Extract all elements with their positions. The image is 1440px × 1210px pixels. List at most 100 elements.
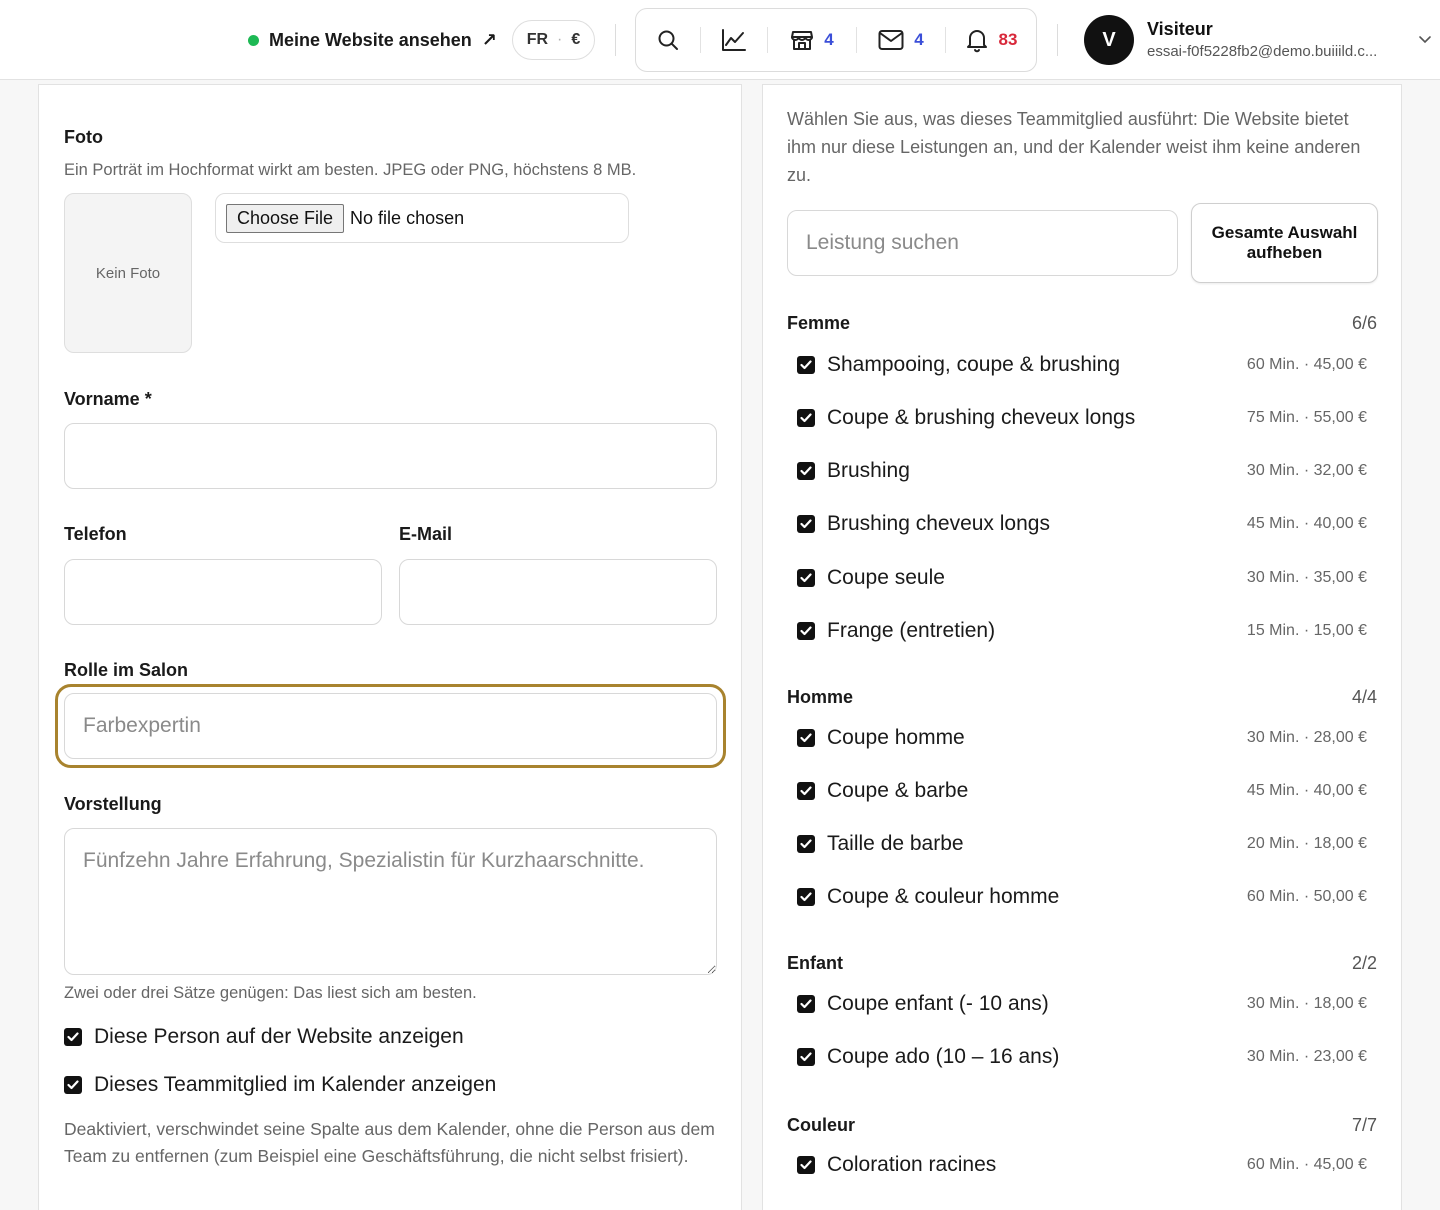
checkbox-checked-icon[interactable] [797, 622, 815, 640]
email-input[interactable] [399, 559, 717, 625]
service-meta: 60 Min. · 45,00 € [1246, 356, 1367, 373]
firstname-input[interactable] [64, 423, 717, 489]
language-code: FR [526, 31, 549, 48]
service-meta: 75 Min. · 55,00 € [1246, 409, 1367, 426]
service-item[interactable]: Coupe & barbe 45 Min. · 40,00 € [797, 779, 1367, 803]
view-website-label: Meine Website ansehen [269, 29, 472, 50]
service-name: Coupe & barbe [827, 779, 969, 802]
service-meta: 30 Min. · 18,00 € [1246, 995, 1367, 1012]
show-on-website-checkbox[interactable]: Diese Person auf der Website anzeigen [64, 1025, 464, 1049]
view-website-link[interactable]: Meine Website ansehen ↗ [248, 27, 497, 53]
checkbox-checked-icon[interactable] [797, 515, 815, 533]
divider [615, 24, 616, 56]
service-meta: 45 Min. · 40,00 € [1246, 515, 1367, 532]
search-button[interactable] [636, 9, 700, 71]
service-name: Coupe seule [827, 566, 945, 589]
chevron-down-icon[interactable] [1418, 32, 1432, 46]
service-item[interactable]: Coupe & couleur homme 60 Min. · 50,00 € [797, 885, 1367, 909]
category-header-enfant: Enfant 2/2 [787, 953, 1377, 974]
checkbox-checked-icon[interactable] [797, 356, 815, 374]
service-meta: 30 Min. · 28,00 € [1246, 729, 1367, 746]
service-name: Shampooing, coupe & brushing [827, 353, 1121, 376]
service-item[interactable]: Coupe enfant (- 10 ans) 30 Min. · 18,00 … [797, 992, 1367, 1016]
introduction-label: Vorstellung [64, 794, 162, 814]
service-name: Coupe ado (10 – 16 ans) [827, 1045, 1060, 1068]
currency-symbol: € [571, 31, 581, 48]
checkbox-checked-icon[interactable] [797, 569, 815, 587]
service-name: Brushing cheveux longs [827, 512, 1050, 535]
category-name: Femme [787, 313, 851, 333]
service-item[interactable]: Coupe ado (10 – 16 ans) 30 Min. · 23,00 … [797, 1045, 1367, 1069]
clear-selection-button[interactable]: Gesamte Auswahl aufheben [1191, 203, 1378, 283]
mail-icon [878, 30, 904, 50]
user-name[interactable]: Visiteur [1147, 19, 1213, 40]
checkbox-checked-icon[interactable] [797, 409, 815, 427]
service-item[interactable]: Frange (entretien) 15 Min. · 15,00 € [797, 619, 1367, 643]
service-item[interactable]: Coupe & brushing cheveux longs 75 Min. ·… [797, 406, 1367, 430]
firstname-label: Vorname * [64, 389, 152, 409]
role-input[interactable] [64, 693, 717, 759]
service-item[interactable]: Coloration racines 60 Min. · 45,00 € [797, 1153, 1367, 1177]
service-item[interactable]: Brushing cheveux longs 45 Min. · 40,00 € [797, 512, 1367, 536]
checkbox-checked-icon[interactable] [64, 1028, 82, 1046]
checkbox-checked-icon[interactable] [797, 462, 815, 480]
statistics-button[interactable] [701, 9, 767, 71]
service-item[interactable]: Shampooing, coupe & brushing 60 Min. · 4… [797, 353, 1367, 377]
quick-actions-bar: 4 4 83 [635, 8, 1037, 72]
top-bar: Meine Website ansehen ↗ FR · € 4 4 83 V … [0, 0, 1440, 80]
service-item[interactable]: Coupe homme 30 Min. · 28,00 € [797, 726, 1367, 750]
language-currency-switcher[interactable]: FR · € [512, 20, 595, 60]
user-email: essai-f0f5228fb2@demo.buiiild.c... [1147, 43, 1378, 60]
category-count: 4/4 [1351, 687, 1377, 707]
divider [1057, 24, 1058, 56]
checkbox-checked-icon[interactable] [797, 888, 815, 906]
show-in-calendar-checkbox[interactable]: Dieses Teammitglied im Kalender anzeigen [64, 1073, 496, 1097]
notifications-count-badge: 83 [998, 30, 1018, 49]
store-icon [791, 31, 814, 50]
service-meta: 30 Min. · 32,00 € [1246, 462, 1367, 479]
service-item[interactable]: Taille de barbe 20 Min. · 18,00 € [797, 832, 1367, 856]
photo-file-input[interactable]: Choose File No file chosen [215, 193, 629, 243]
notifications-button[interactable]: 83 [946, 9, 1036, 71]
checkbox-checked-icon[interactable] [797, 729, 815, 747]
checkbox-checked-icon[interactable] [64, 1076, 82, 1094]
category-name: Homme [787, 687, 854, 707]
service-item[interactable]: Brushing 30 Min. · 32,00 € [797, 459, 1367, 483]
messages-button[interactable]: 4 [857, 9, 945, 71]
checkbox-checked-icon[interactable] [797, 995, 815, 1013]
service-meta: 60 Min. · 50,00 € [1246, 888, 1367, 905]
team-member-form: Foto Ein Porträt im Hochformat wirkt am … [38, 84, 742, 1210]
role-label: Rolle im Salon [64, 660, 189, 680]
bell-icon [966, 30, 987, 53]
phone-label: Telefon [64, 524, 127, 544]
category-name: Enfant [787, 953, 843, 973]
checkbox-checked-icon[interactable] [797, 782, 815, 800]
stores-count-badge: 4 [824, 30, 834, 49]
service-name: Taille de barbe [827, 832, 964, 855]
checkbox-checked-icon[interactable] [797, 835, 815, 853]
checkbox-checked-icon[interactable] [797, 1048, 815, 1066]
category-name: Couleur [787, 1115, 856, 1135]
category-count: 2/2 [1351, 953, 1377, 973]
photo-label: Foto [64, 127, 103, 147]
service-name: Coupe & couleur homme [827, 885, 1060, 908]
choose-file-button[interactable]: Choose File [226, 203, 345, 233]
checkbox-checked-icon[interactable] [797, 1156, 815, 1174]
show-on-website-label: Diese Person auf der Website anzeigen [94, 1025, 464, 1048]
service-name: Coupe enfant (- 10 ans) [827, 992, 1049, 1015]
introduction-textarea[interactable] [64, 828, 717, 975]
user-avatar[interactable]: V [1084, 15, 1134, 65]
service-meta: 45 Min. · 40,00 € [1246, 782, 1367, 799]
service-item[interactable]: Coupe seule 30 Min. · 35,00 € [797, 566, 1367, 590]
show-in-calendar-label: Dieses Teammitglied im Kalender anzeigen [94, 1073, 497, 1096]
service-search-input[interactable] [787, 210, 1178, 276]
phone-input[interactable] [64, 559, 382, 625]
stores-button[interactable]: 4 [768, 9, 856, 71]
external-arrow-icon: ↗ [481, 29, 497, 50]
calendar-help-text: Deaktiviert, verschwindet seine Spalte a… [64, 1119, 715, 1166]
email-label: E-Mail [399, 524, 453, 544]
photo-placeholder-text: Kein Foto [95, 264, 161, 282]
service-meta: 15 Min. · 15,00 € [1246, 622, 1367, 639]
chart-line-icon [722, 29, 746, 51]
service-meta: 30 Min. · 23,00 € [1246, 1048, 1367, 1065]
